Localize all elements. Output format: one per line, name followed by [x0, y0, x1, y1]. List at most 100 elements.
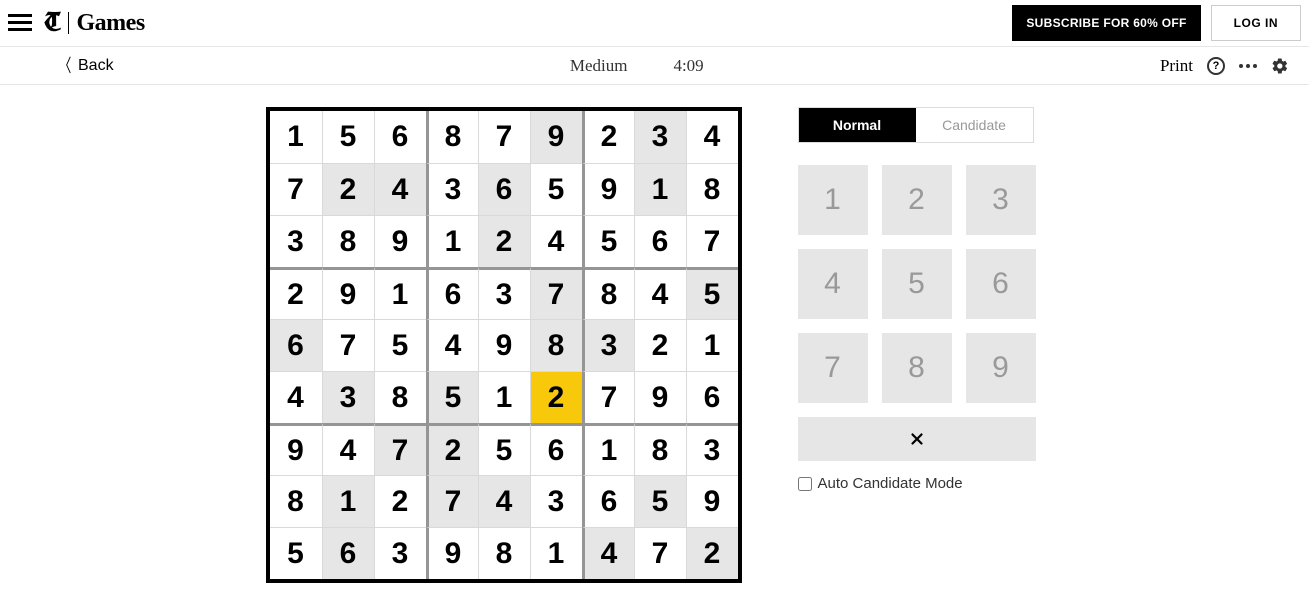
sudoku-cell[interactable]: 9 [478, 319, 530, 371]
sudoku-cell[interactable]: 9 [530, 111, 582, 163]
sudoku-cell[interactable]: 4 [270, 371, 322, 423]
sudoku-cell[interactable]: 9 [374, 215, 426, 267]
sudoku-cell[interactable]: 8 [270, 475, 322, 527]
sudoku-cell[interactable]: 2 [530, 371, 582, 423]
numpad-key-2[interactable]: 2 [882, 165, 952, 235]
sudoku-cell[interactable]: 1 [374, 267, 426, 319]
sudoku-cell[interactable]: 6 [530, 423, 582, 475]
numpad-key-8[interactable]: 8 [882, 333, 952, 403]
sudoku-cell[interactable]: 3 [530, 475, 582, 527]
sudoku-cell[interactable]: 9 [426, 527, 478, 579]
sudoku-cell[interactable]: 6 [270, 319, 322, 371]
sudoku-cell[interactable]: 1 [634, 163, 686, 215]
sudoku-cell[interactable]: 3 [322, 371, 374, 423]
sudoku-cell[interactable]: 4 [582, 527, 634, 579]
sudoku-cell[interactable]: 1 [686, 319, 738, 371]
sudoku-cell[interactable]: 5 [582, 215, 634, 267]
sudoku-cell[interactable]: 2 [478, 215, 530, 267]
back-button[interactable]: 〈 Back [56, 57, 114, 75]
login-button[interactable]: LOG IN [1211, 5, 1301, 41]
sudoku-cell[interactable]: 1 [478, 371, 530, 423]
sudoku-cell[interactable]: 6 [634, 215, 686, 267]
sudoku-cell[interactable]: 3 [686, 423, 738, 475]
sudoku-cell[interactable]: 3 [426, 163, 478, 215]
numpad-key-9[interactable]: 9 [966, 333, 1036, 403]
sudoku-cell[interactable]: 3 [634, 111, 686, 163]
sudoku-cell[interactable]: 6 [582, 475, 634, 527]
numpad-key-7[interactable]: 7 [798, 333, 868, 403]
sudoku-cell[interactable]: 3 [582, 319, 634, 371]
sudoku-cell[interactable]: 1 [426, 215, 478, 267]
sudoku-cell[interactable]: 8 [686, 163, 738, 215]
sudoku-cell[interactable]: 7 [582, 371, 634, 423]
sudoku-cell[interactable]: 7 [686, 215, 738, 267]
numpad-key-4[interactable]: 4 [798, 249, 868, 319]
sudoku-cell[interactable]: 7 [374, 423, 426, 475]
sudoku-cell[interactable]: 9 [270, 423, 322, 475]
sudoku-cell[interactable]: 5 [478, 423, 530, 475]
sudoku-cell[interactable]: 6 [686, 371, 738, 423]
sudoku-cell[interactable]: 8 [582, 267, 634, 319]
sudoku-cell[interactable]: 6 [478, 163, 530, 215]
erase-button[interactable] [798, 417, 1036, 461]
sudoku-cell[interactable]: 4 [374, 163, 426, 215]
sudoku-cell[interactable]: 2 [634, 319, 686, 371]
sudoku-cell[interactable]: 1 [582, 423, 634, 475]
sudoku-cell[interactable]: 4 [686, 111, 738, 163]
sudoku-cell[interactable]: 5 [322, 111, 374, 163]
sudoku-cell[interactable]: 2 [426, 423, 478, 475]
tab-candidate[interactable]: Candidate [916, 108, 1033, 142]
hamburger-menu-icon[interactable] [8, 14, 32, 32]
print-button[interactable]: Print [1160, 56, 1193, 76]
sudoku-cell[interactable]: 2 [322, 163, 374, 215]
sudoku-cell[interactable]: 4 [426, 319, 478, 371]
sudoku-cell[interactable]: 2 [374, 475, 426, 527]
nyt-games-logo[interactable]: T Games [44, 6, 145, 40]
tab-normal[interactable]: Normal [799, 108, 916, 142]
sudoku-cell[interactable]: 1 [530, 527, 582, 579]
sudoku-cell[interactable]: 8 [374, 371, 426, 423]
sudoku-cell[interactable]: 5 [270, 527, 322, 579]
sudoku-cell[interactable]: 6 [426, 267, 478, 319]
sudoku-cell[interactable]: 1 [322, 475, 374, 527]
sudoku-cell[interactable]: 9 [582, 163, 634, 215]
sudoku-cell[interactable]: 2 [686, 527, 738, 579]
more-icon[interactable] [1239, 57, 1257, 75]
sudoku-cell[interactable]: 1 [270, 111, 322, 163]
sudoku-cell[interactable]: 5 [686, 267, 738, 319]
sudoku-cell[interactable]: 7 [322, 319, 374, 371]
sudoku-cell[interactable]: 8 [634, 423, 686, 475]
sudoku-cell[interactable]: 9 [634, 371, 686, 423]
sudoku-cell[interactable]: 4 [322, 423, 374, 475]
sudoku-cell[interactable]: 4 [530, 215, 582, 267]
sudoku-cell[interactable]: 9 [686, 475, 738, 527]
sudoku-cell[interactable]: 3 [478, 267, 530, 319]
auto-candidate-toggle[interactable]: Auto Candidate Mode [798, 475, 1044, 492]
help-icon[interactable]: ? [1207, 57, 1225, 75]
sudoku-cell[interactable]: 5 [426, 371, 478, 423]
sudoku-cell[interactable]: 2 [270, 267, 322, 319]
sudoku-cell[interactable]: 8 [322, 215, 374, 267]
sudoku-cell[interactable]: 4 [634, 267, 686, 319]
sudoku-cell[interactable]: 8 [426, 111, 478, 163]
numpad-key-1[interactable]: 1 [798, 165, 868, 235]
numpad-key-3[interactable]: 3 [966, 165, 1036, 235]
sudoku-cell[interactable]: 3 [374, 527, 426, 579]
sudoku-cell[interactable]: 5 [530, 163, 582, 215]
sudoku-cell[interactable]: 2 [582, 111, 634, 163]
numpad-key-6[interactable]: 6 [966, 249, 1036, 319]
settings-icon[interactable] [1271, 57, 1289, 75]
auto-candidate-checkbox[interactable] [798, 477, 812, 491]
sudoku-cell[interactable]: 7 [530, 267, 582, 319]
sudoku-cell[interactable]: 8 [530, 319, 582, 371]
sudoku-cell[interactable]: 3 [270, 215, 322, 267]
subscribe-button[interactable]: SUBSCRIBE FOR 60% OFF [1012, 5, 1200, 41]
sudoku-cell[interactable]: 5 [634, 475, 686, 527]
sudoku-cell[interactable]: 7 [478, 111, 530, 163]
sudoku-cell[interactable]: 9 [322, 267, 374, 319]
sudoku-cell[interactable]: 7 [634, 527, 686, 579]
sudoku-cell[interactable]: 7 [426, 475, 478, 527]
sudoku-cell[interactable]: 4 [478, 475, 530, 527]
sudoku-cell[interactable]: 8 [478, 527, 530, 579]
sudoku-cell[interactable]: 6 [322, 527, 374, 579]
